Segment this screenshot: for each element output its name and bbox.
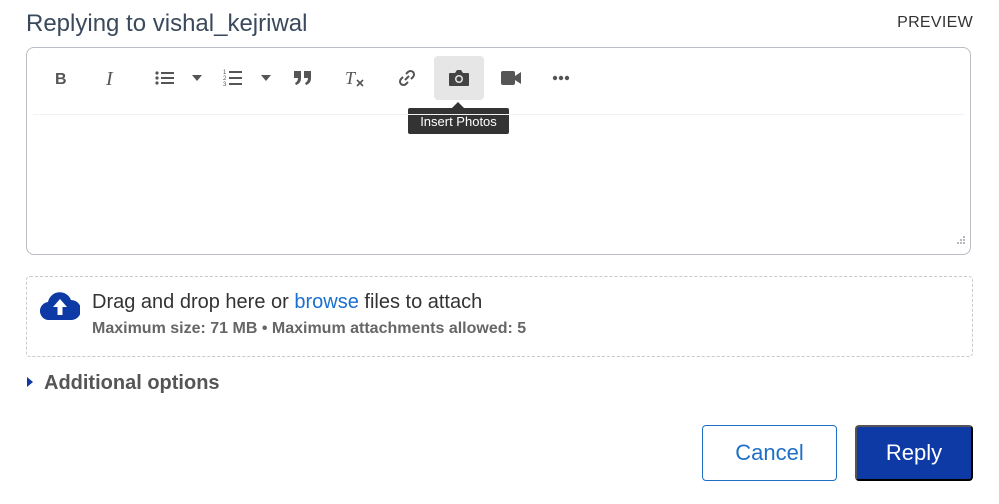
more-options-button[interactable]	[547, 56, 575, 100]
more-icon	[552, 75, 570, 81]
cloud-upload-icon	[39, 291, 81, 326]
bold-icon: B	[54, 70, 68, 86]
editor-toolbar: B I 1 2 3 T	[27, 48, 970, 108]
svg-text:B: B	[55, 71, 67, 86]
insert-photos-button[interactable]	[434, 56, 484, 100]
numbered-list-icon: 1 2 3	[223, 69, 243, 87]
bulleted-list-options-button[interactable]	[187, 56, 207, 100]
svg-text:I: I	[105, 69, 114, 87]
bulleted-list-button[interactable]	[151, 56, 179, 100]
svg-text:3: 3	[223, 82, 227, 87]
caret-right-icon	[26, 375, 34, 393]
numbered-list-options-button[interactable]	[256, 56, 276, 100]
cancel-button[interactable]: Cancel	[702, 425, 837, 481]
additional-options-toggle[interactable]: Additional options	[26, 372, 220, 395]
numbered-list-button[interactable]: 1 2 3	[219, 56, 247, 100]
caret-down-icon	[192, 75, 202, 81]
reply-text-area[interactable]	[33, 114, 964, 248]
attachment-limits: Maximum size: 71 MB • Maximum attachment…	[92, 320, 527, 337]
attachment-dropzone[interactable]: Drag and drop here or browse files to at…	[26, 276, 973, 357]
italic-icon: I	[104, 69, 120, 87]
additional-options-label: Additional options	[44, 372, 220, 394]
clear-formatting-icon: T	[344, 69, 366, 87]
caret-down-icon	[261, 75, 271, 81]
svg-text:T: T	[345, 69, 357, 87]
reply-title: Replying to vishal_kejriwal	[26, 10, 308, 37]
resize-handle-icon[interactable]	[955, 231, 965, 249]
dropzone-instructions: Drag and drop here or browse files to at…	[92, 291, 482, 314]
italic-button[interactable]: I	[98, 56, 126, 100]
bold-button[interactable]: B	[47, 56, 75, 100]
insert-video-button[interactable]	[497, 56, 525, 100]
preview-link[interactable]: PREVIEW	[897, 14, 973, 32]
camera-icon	[448, 69, 470, 87]
video-icon	[500, 70, 522, 86]
bulleted-list-icon	[155, 70, 175, 86]
clear-formatting-button[interactable]: T	[341, 56, 369, 100]
insert-link-button[interactable]	[393, 56, 421, 100]
dropzone-text-suffix: files to attach	[358, 291, 483, 313]
quote-button[interactable]	[289, 56, 317, 100]
quote-icon	[293, 70, 313, 86]
browse-link[interactable]: browse	[294, 291, 358, 313]
reply-editor: B I 1 2 3 T Insert Photos	[26, 47, 971, 255]
dropzone-text-prefix: Drag and drop here or	[92, 291, 295, 313]
link-icon	[397, 68, 417, 88]
reply-button[interactable]: Reply	[855, 425, 973, 481]
